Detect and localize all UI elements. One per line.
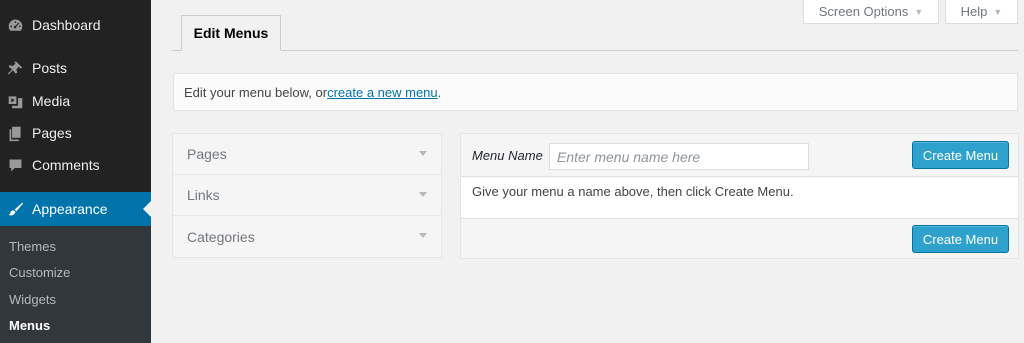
sidebar-item-label: Appearance <box>32 201 108 217</box>
notice-suffix: . <box>437 84 442 100</box>
sidebar-item-label: Dashboard <box>32 17 101 33</box>
admin-sidebar: Dashboard Posts Media Pages Comments App… <box>0 0 151 343</box>
create-new-menu-link[interactable]: create a new menu <box>327 85 438 100</box>
accordion-title: Categories <box>187 228 255 245</box>
media-icon <box>5 91 25 111</box>
menu-header: Menu Name Create Menu <box>461 134 1018 177</box>
submenu-item-menus[interactable]: Menus <box>9 318 50 333</box>
comment-icon <box>5 155 25 175</box>
sidebar-item-media[interactable]: Media <box>0 84 151 118</box>
tab-divider <box>172 50 1018 51</box>
menu-footer: Create Menu <box>461 218 1018 258</box>
sidebar-item-posts[interactable]: Posts <box>0 51 151 85</box>
sidebar-item-comments[interactable]: Comments <box>0 148 151 182</box>
accordion-section-pages[interactable]: Pages <box>173 134 441 175</box>
sidebar-item-appearance[interactable]: Appearance <box>0 192 151 226</box>
appearance-submenu: Themes Customize Widgets Menus <box>0 226 151 343</box>
sidebar-item-dashboard[interactable]: Dashboard <box>0 8 151 42</box>
menu-management-panel: Menu Name Create Menu Give your menu a n… <box>460 133 1019 259</box>
submenu-item-customize[interactable]: Customize <box>9 265 70 280</box>
accordion-title: Links <box>187 187 220 203</box>
create-menu-button-bottom[interactable]: Create Menu <box>912 225 1009 253</box>
pages-icon <box>5 123 25 143</box>
menu-name-label: Menu Name <box>472 148 543 163</box>
add-menu-items-accordion: Pages Links Categories <box>172 133 442 258</box>
pin-icon <box>5 58 25 78</box>
sidebar-item-label: Media <box>32 93 71 109</box>
chevron-down-icon <box>419 192 427 197</box>
menu-instructions: Give your menu a name above, then click … <box>472 184 794 199</box>
create-menu-button-top[interactable]: Create Menu <box>912 141 1009 169</box>
brush-icon <box>5 199 25 219</box>
help-label: Help <box>960 4 988 19</box>
submenu-item-widgets[interactable]: Widgets <box>9 292 56 307</box>
accordion-title: Pages <box>187 146 227 162</box>
tab-edit-menus[interactable]: Edit Menus <box>181 15 281 51</box>
help-button[interactable]: Help ▼ <box>945 0 1018 24</box>
chevron-down-icon <box>419 151 427 156</box>
chevron-down-icon <box>419 233 427 238</box>
notice-text: Edit your menu below, or <box>184 84 328 100</box>
caret-down-icon: ▼ <box>914 6 924 17</box>
dashboard-icon <box>5 15 25 35</box>
sidebar-item-label: Posts <box>32 60 68 76</box>
accordion-section-links[interactable]: Links <box>173 175 441 216</box>
sidebar-item-pages[interactable]: Pages <box>0 116 151 150</box>
accordion-section-categories[interactable]: Categories <box>173 216 441 257</box>
menu-notice: Edit your menu below, or create a new me… <box>173 73 1018 111</box>
sidebar-item-label: Pages <box>32 125 72 141</box>
submenu-item-themes[interactable]: Themes <box>9 239 56 254</box>
current-arrow <box>143 201 151 217</box>
sidebar-item-label: Comments <box>32 157 100 173</box>
menu-name-input[interactable] <box>549 143 809 170</box>
screen-options-button[interactable]: Screen Options ▼ <box>803 0 939 24</box>
screen-options-label: Screen Options <box>818 4 909 19</box>
caret-down-icon: ▼ <box>993 6 1003 17</box>
